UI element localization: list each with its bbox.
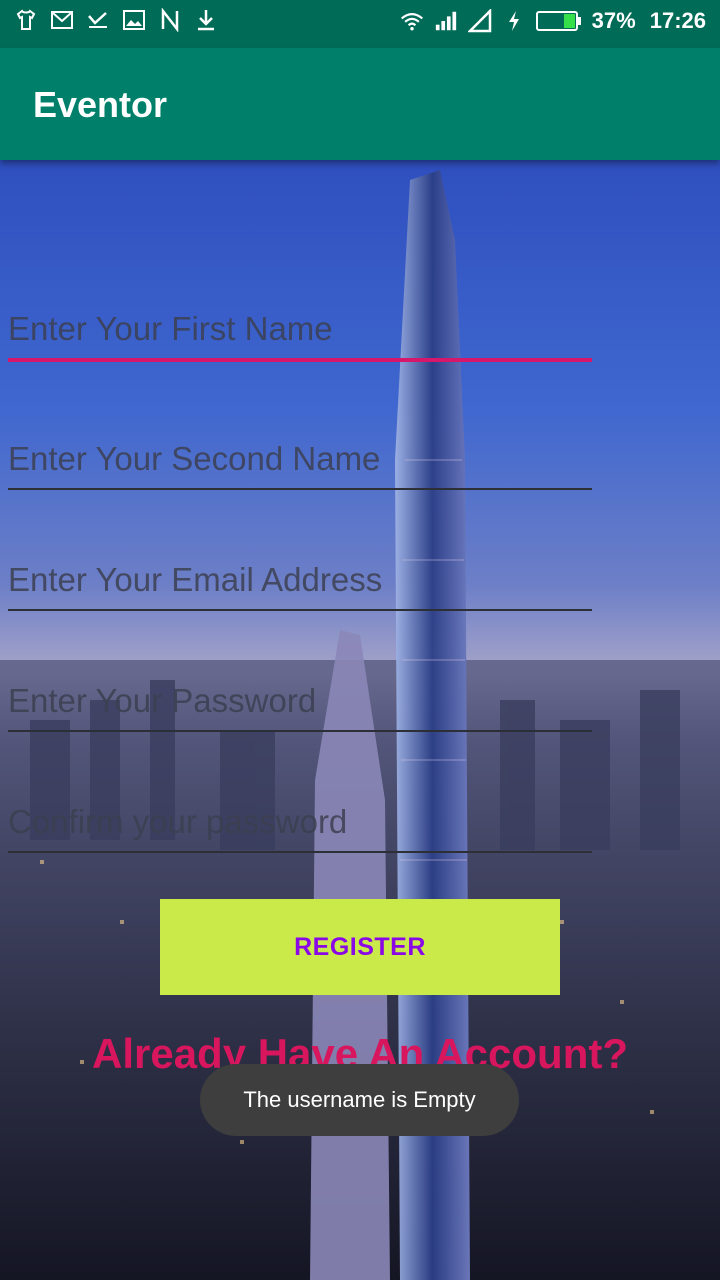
app-bar: Eventor xyxy=(0,48,720,160)
status-bar: 37% 17:26 xyxy=(0,0,720,48)
first-name-input[interactable] xyxy=(8,300,592,362)
status-left-icons xyxy=(14,8,218,32)
download-icon xyxy=(194,8,218,32)
register-button[interactable]: REGISTER xyxy=(160,899,560,995)
gmail-icon xyxy=(50,8,74,32)
confirm-password-input[interactable] xyxy=(8,793,592,853)
wifi-icon xyxy=(400,9,424,33)
second-name-input[interactable] xyxy=(8,430,592,490)
image-icon xyxy=(122,8,146,32)
battery-percent: 37% xyxy=(591,8,636,33)
first-name-field[interactable] xyxy=(8,300,592,362)
email-field[interactable] xyxy=(8,551,592,611)
battery-icon xyxy=(535,9,582,33)
check-icon xyxy=(86,8,110,32)
clock-time: 17:26 xyxy=(649,8,706,33)
second-name-field[interactable] xyxy=(8,430,592,490)
charging-icon xyxy=(502,9,526,33)
app-title: Eventor xyxy=(33,84,168,125)
toast-message: The username is Empty xyxy=(200,1064,519,1136)
password-field[interactable] xyxy=(8,672,592,732)
password-input[interactable] xyxy=(8,672,592,732)
signal-icon xyxy=(434,9,458,33)
status-right-icons: 37% 17:26 xyxy=(400,8,706,34)
signal-empty-icon xyxy=(467,9,492,33)
n-icon xyxy=(158,8,182,32)
tshirt-icon xyxy=(14,8,38,32)
confirm-password-field[interactable] xyxy=(8,793,592,853)
email-input[interactable] xyxy=(8,551,592,611)
